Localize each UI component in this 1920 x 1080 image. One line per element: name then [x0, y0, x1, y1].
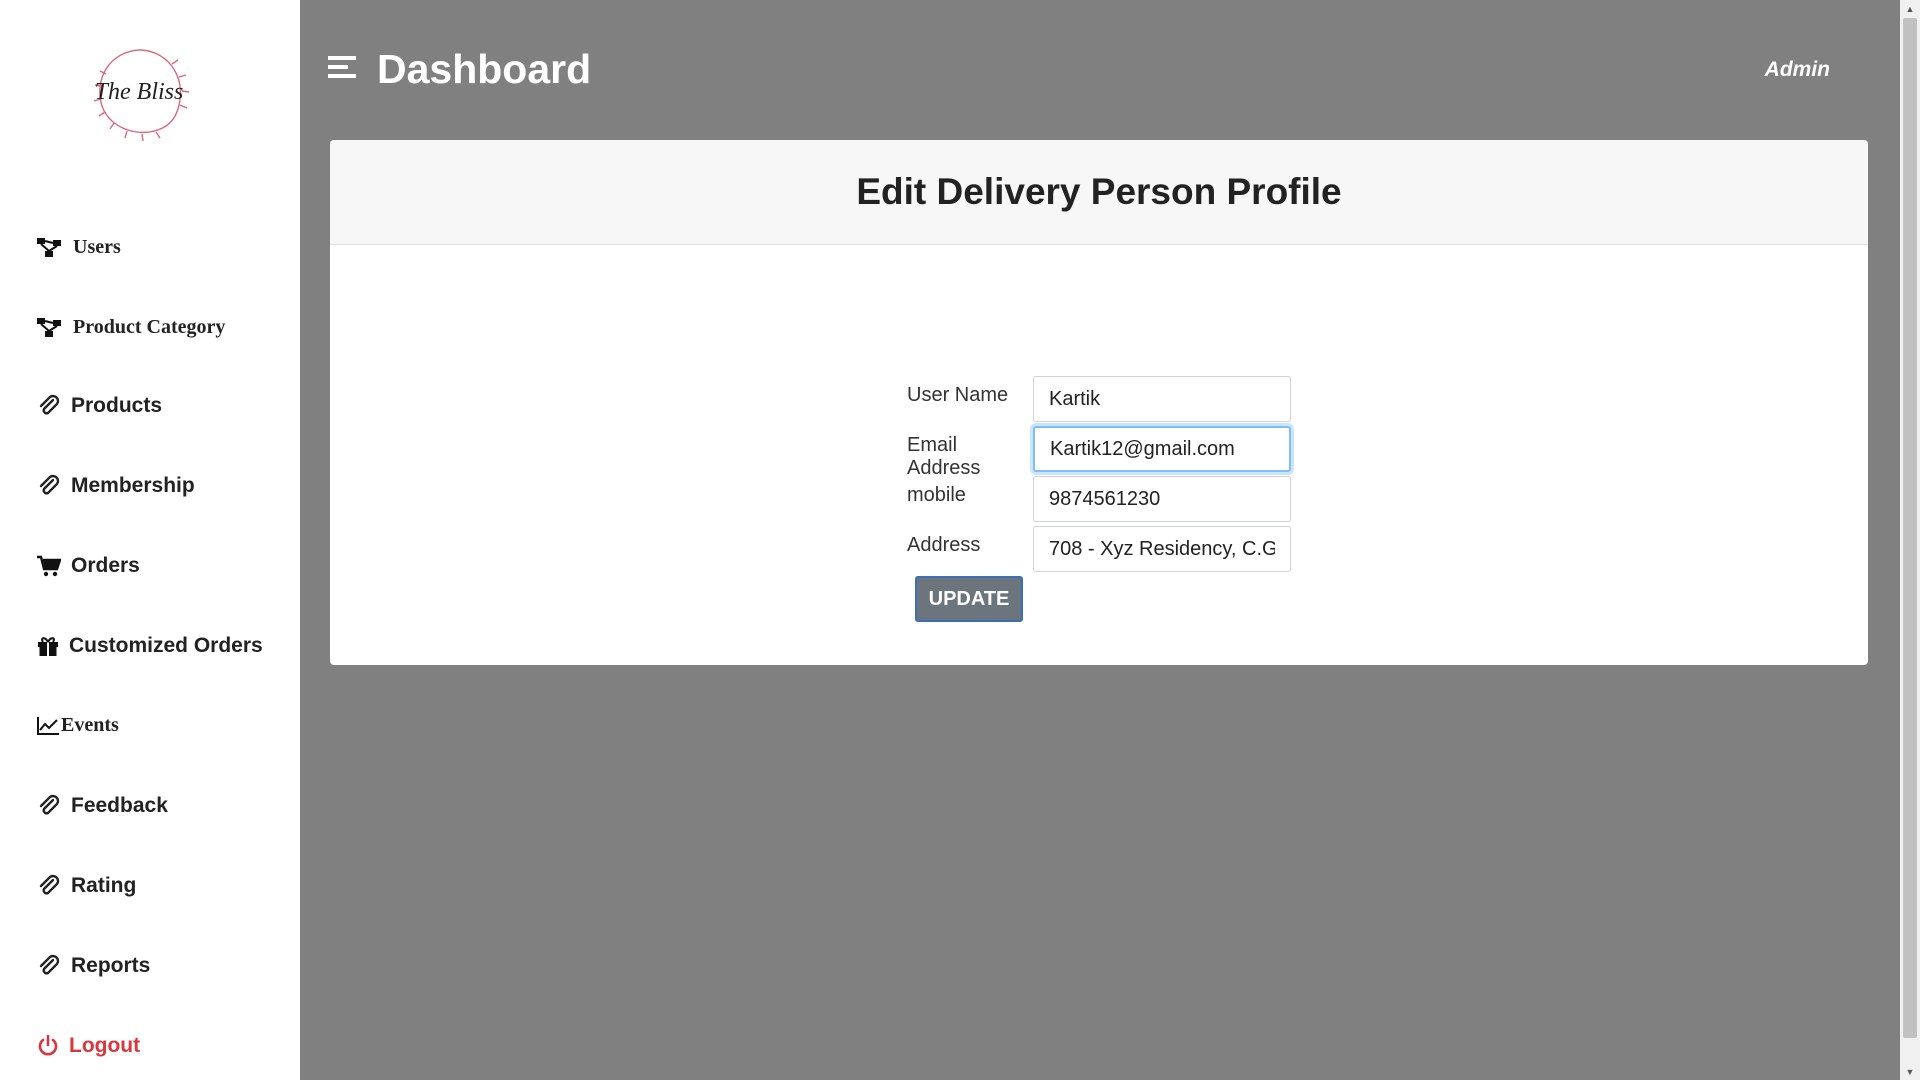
- paperclip-icon: [37, 874, 61, 898]
- sidebar-item-users[interactable]: Users: [37, 236, 121, 259]
- sidebar-item-label: Rating: [71, 874, 137, 897]
- paperclip-icon: [37, 474, 61, 498]
- scroll-up-arrow-icon[interactable]: ▲: [1900, 0, 1920, 17]
- cart-icon: [37, 555, 61, 577]
- paperclip-icon: [37, 954, 61, 978]
- sidebar-item-product-category[interactable]: Product Category: [37, 316, 225, 339]
- sidebar-item-rating[interactable]: Rating: [37, 874, 136, 898]
- sidebar-item-label: Reports: [71, 954, 151, 977]
- page-title: Dashboard: [377, 46, 592, 92]
- edit-profile-card: Edit Delivery Person Profile User Name E…: [330, 140, 1868, 665]
- sitemap-icon: [37, 317, 63, 338]
- sidebar-item-products[interactable]: Products: [37, 394, 162, 418]
- sidebar-item-label: Products: [71, 394, 163, 417]
- menu-toggle-icon[interactable]: [328, 56, 358, 84]
- sidebar-item-logout[interactable]: Logout: [37, 1034, 140, 1058]
- username-input[interactable]: [1033, 376, 1291, 422]
- sidebar-item-label: Membership: [71, 474, 195, 497]
- sidebar-item-label: Users: [73, 236, 121, 258]
- sidebar-item-label: Product Category: [73, 316, 226, 338]
- sidebar-item-customized-orders[interactable]: Customized Orders: [37, 634, 263, 658]
- scrollbar-thumb[interactable]: [1903, 18, 1917, 1038]
- sidebar-item-membership[interactable]: Membership: [37, 474, 195, 498]
- sidebar-item-label: Orders: [71, 554, 140, 577]
- address-label: Address: [907, 534, 981, 556]
- email-input[interactable]: [1033, 426, 1291, 472]
- sidebar-item-orders[interactable]: Orders: [37, 554, 140, 578]
- scroll-down-arrow-icon[interactable]: ▼: [1900, 1063, 1920, 1080]
- sidebar-item-label: Feedback: [71, 794, 168, 817]
- update-button[interactable]: UPDATE: [915, 576, 1023, 622]
- power-icon: [37, 1035, 59, 1057]
- sidebar-item-feedback[interactable]: Feedback: [37, 794, 168, 818]
- card-title: Edit Delivery Person Profile: [856, 171, 1342, 212]
- paperclip-icon: [37, 394, 61, 418]
- user-menu[interactable]: Admin: [1765, 58, 1830, 82]
- mobile-input[interactable]: [1033, 476, 1291, 522]
- page-scrollbar[interactable]: ▲ ▼: [1900, 0, 1920, 1080]
- address-input[interactable]: [1033, 526, 1291, 572]
- form-row-email: Email Address: [907, 426, 1291, 480]
- sidebar-item-reports[interactable]: Reports: [37, 954, 150, 978]
- sitemap-icon: [37, 237, 63, 258]
- form-row-username: User Name: [907, 376, 1291, 422]
- username-label: User Name: [907, 384, 1009, 406]
- form-row-mobile: mobile: [907, 476, 1291, 522]
- logo-wreath-icon: The Bliss: [93, 49, 190, 142]
- card-header: Edit Delivery Person Profile: [330, 140, 1868, 245]
- form-row-address: Address: [907, 526, 1291, 572]
- sidebar: The Bliss Users Product Category Product…: [0, 0, 300, 1080]
- brand-logo[interactable]: The Bliss: [84, 44, 194, 144]
- paperclip-icon: [37, 794, 61, 818]
- gift-icon: [37, 635, 59, 657]
- sidebar-item-label: Events: [61, 714, 119, 736]
- sidebar-item-label: Customized Orders: [69, 634, 263, 657]
- sidebar-item-events[interactable]: Events: [37, 714, 119, 737]
- sidebar-item-label: Logout: [69, 1034, 141, 1057]
- mobile-label: mobile: [907, 484, 966, 506]
- logo-text: The Bliss: [95, 79, 184, 105]
- email-label: Email Address: [907, 434, 981, 479]
- header: Dashboard Admin: [300, 0, 1900, 140]
- chart-line-icon: [37, 716, 59, 735]
